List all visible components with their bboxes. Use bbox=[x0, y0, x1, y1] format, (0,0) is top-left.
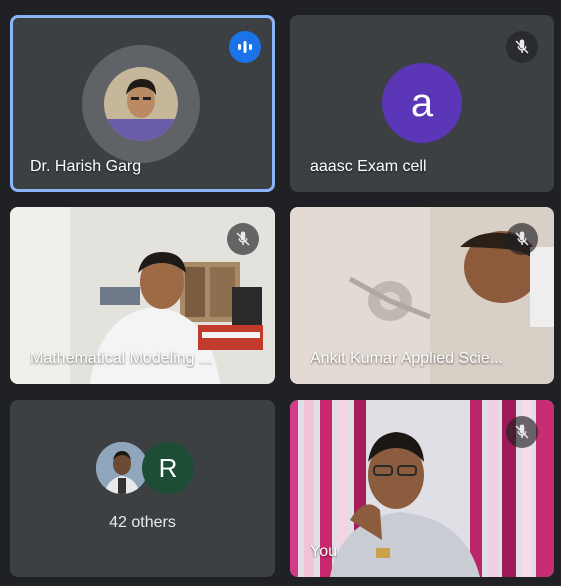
participant-name: Ankit Kumar Applied Scie... bbox=[310, 350, 503, 367]
others-count-label: 42 others bbox=[109, 514, 176, 531]
avatar-photo bbox=[96, 442, 148, 494]
participant-tile-exam-cell[interactable]: a aaasc Exam cell bbox=[290, 15, 554, 192]
participant-name: Dr. Harish Garg bbox=[30, 158, 142, 175]
participant-name: You bbox=[310, 543, 337, 560]
participant-tile-others[interactable]: R 42 others bbox=[10, 400, 275, 577]
participant-name: Mathematical Modeling ... bbox=[30, 350, 213, 367]
avatar-letter: a bbox=[382, 63, 462, 143]
participant-tile-mathematical-modeling[interactable]: Mathematical Modeling ... bbox=[10, 207, 275, 384]
mic-off-icon bbox=[506, 31, 538, 63]
mic-off-icon bbox=[227, 223, 259, 255]
participant-tile-self[interactable]: You bbox=[290, 400, 554, 577]
participant-tile-ankit-kumar[interactable]: Ankit Kumar Applied Scie... bbox=[290, 207, 554, 384]
participant-name: aaasc Exam cell bbox=[310, 158, 427, 175]
speaking-indicator-icon bbox=[229, 31, 261, 63]
avatar-letter: R bbox=[142, 442, 194, 494]
avatar-photo bbox=[104, 67, 178, 141]
participant-tile-harish-garg[interactable]: Dr. Harish Garg bbox=[10, 15, 275, 192]
avatar-ring bbox=[82, 45, 200, 163]
mic-off-icon bbox=[506, 416, 538, 448]
mic-off-icon bbox=[506, 223, 538, 255]
